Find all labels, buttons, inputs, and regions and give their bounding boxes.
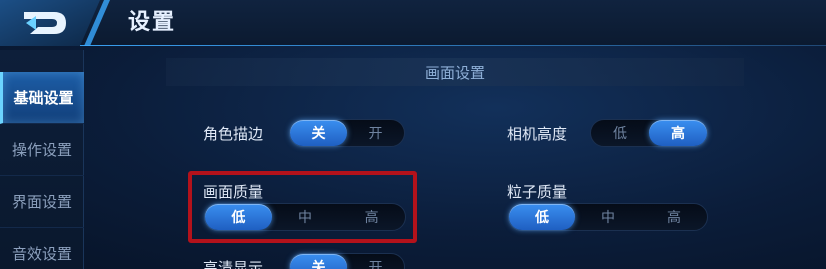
camera-height-label: 相机高度 bbox=[507, 125, 568, 143]
particle-quality-high-option[interactable]: 高 bbox=[641, 204, 707, 230]
particle-quality-toggle: 低 中 高 bbox=[508, 203, 708, 231]
particle-quality-low-option[interactable]: 低 bbox=[509, 204, 575, 230]
highlight-annotation-box bbox=[188, 171, 417, 243]
hd-display-toggle: 关 开 bbox=[289, 253, 405, 269]
character-outline-label: 角色描边 bbox=[203, 125, 264, 143]
particle-quality-medium-option[interactable]: 中 bbox=[575, 204, 641, 230]
header-bar: 设置 bbox=[0, 0, 826, 46]
back-button[interactable] bbox=[0, 0, 112, 46]
back-arrow-icon bbox=[0, 0, 110, 46]
section-header: 画面设置 bbox=[166, 58, 744, 86]
page-title: 设置 bbox=[128, 10, 177, 35]
hd-display-off-option[interactable]: 关 bbox=[290, 254, 347, 269]
sidebar-item-interface-settings[interactable]: 界面设置 bbox=[0, 176, 84, 228]
sidebar-item-controls-settings[interactable]: 操作设置 bbox=[0, 124, 84, 176]
character-outline-toggle: 关 开 bbox=[289, 119, 405, 147]
header-divider bbox=[80, 45, 826, 46]
sidebar-item-audio-settings[interactable]: 音效设置 bbox=[0, 228, 84, 269]
hd-display-on-option[interactable]: 开 bbox=[347, 254, 404, 269]
camera-height-low-option[interactable]: 低 bbox=[591, 120, 649, 146]
particle-quality-label: 粒子质量 bbox=[507, 183, 568, 201]
character-outline-on-option[interactable]: 开 bbox=[347, 120, 404, 146]
camera-height-high-option[interactable]: 高 bbox=[649, 120, 707, 146]
hd-display-label: 高清显示 bbox=[203, 259, 264, 269]
sidebar-item-basic-settings[interactable]: 基础设置 bbox=[0, 72, 84, 124]
settings-screen: 设置 基础设置 操作设置 界面设置 音效设置 画面设置 角色描边 关 开 相机高… bbox=[0, 0, 826, 269]
character-outline-off-option[interactable]: 关 bbox=[290, 120, 347, 146]
camera-height-toggle: 低 高 bbox=[590, 119, 708, 147]
sidebar: 基础设置 操作设置 界面设置 音效设置 bbox=[0, 50, 84, 269]
